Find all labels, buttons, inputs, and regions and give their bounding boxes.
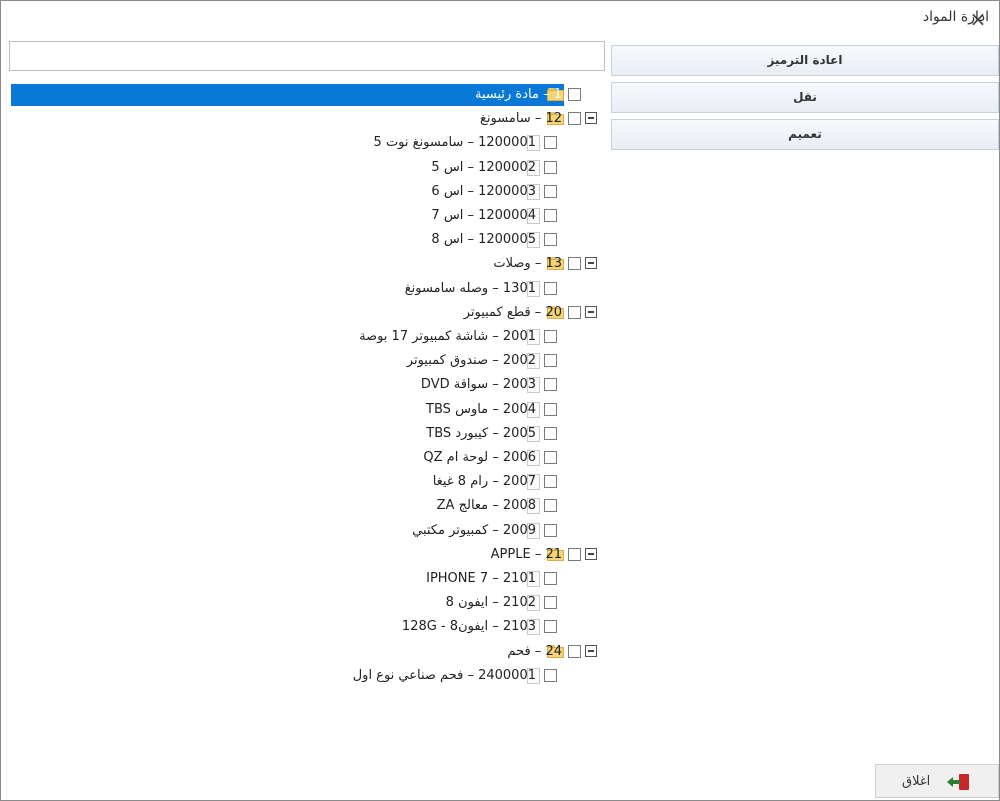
- search-input[interactable]: [9, 41, 605, 71]
- tree-node-label: 21 – APPLE: [490, 546, 562, 562]
- checkbox-icon[interactable]: [568, 547, 581, 561]
- renumber-button[interactable]: اعادة الترميز: [611, 45, 999, 76]
- checkbox-icon[interactable]: [544, 330, 557, 343]
- tree-folder-row[interactable]: 1 – مادة رئيسية: [1, 83, 609, 107]
- items-tree: 1 – مادة رئيسية 12 – سامسونغ 1200001 – سام…: [1, 83, 609, 799]
- tree-node-label: 2101 – IPHONE 7: [426, 571, 536, 586]
- tree-folder-row[interactable]: 12 – سامسونغ: [1, 107, 609, 131]
- checkbox-icon[interactable]: [544, 354, 557, 368]
- items-management-window: × ادارة المواد اعادة الترميز نقل تعميم 1…: [0, 0, 1000, 801]
- checkbox-icon[interactable]: [568, 88, 581, 101]
- tree-item-row[interactable]: 1200002 – اس 5: [1, 156, 609, 180]
- checkbox-icon[interactable]: [544, 499, 557, 513]
- tree-item-row[interactable]: 2102 – ايفون 8: [1, 591, 609, 615]
- checkbox-icon[interactable]: [544, 451, 557, 464]
- checkbox-icon[interactable]: [544, 184, 557, 198]
- tree-item-row[interactable]: 2400001 – فحم صناعي نوع اول: [1, 664, 609, 688]
- tree-item-row[interactable]: 2101 – IPHONE 7: [1, 567, 609, 591]
- generalize-button[interactable]: تعميم: [611, 119, 999, 150]
- checkbox-icon[interactable]: [544, 233, 557, 247]
- exit-icon: [947, 774, 969, 790]
- tree-item-row[interactable]: 1301 – وصله سامسونغ: [1, 277, 609, 301]
- tree-node-label: 12 – سامسونغ: [480, 111, 562, 127]
- tree-item-row[interactable]: 2103 – ايفون8 - 128G: [1, 615, 609, 639]
- checkbox-icon[interactable]: [544, 209, 557, 222]
- checkbox-icon[interactable]: [544, 281, 557, 295]
- collapse-icon[interactable]: [585, 112, 597, 125]
- window-title: ادارة المواد: [922, 9, 989, 25]
- move-button[interactable]: نقل: [611, 82, 999, 113]
- tree-item-row[interactable]: 1200005 – اس 8: [1, 228, 609, 252]
- checkbox-icon[interactable]: [544, 136, 557, 150]
- tree-item-row[interactable]: 2005 – كيبورد TBS: [1, 422, 609, 446]
- checkbox-icon[interactable]: [544, 378, 557, 392]
- tree-folder-row[interactable]: 21 – APPLE: [1, 543, 609, 567]
- tree-item-row[interactable]: 2006 – لوحة ام QZ: [1, 446, 609, 470]
- tree-node-label: 2007 – رام 8 غيغا: [432, 474, 536, 490]
- tree-folder-row[interactable]: 20 – قطع كمبيوتر: [1, 301, 609, 325]
- tree-node-label: 1200003 – اس 6: [431, 183, 536, 199]
- tree-node-label: 2008 – معالج ZA: [436, 498, 536, 514]
- tree-folder-row[interactable]: 24 – فحم: [1, 640, 609, 664]
- tree-node-label: 20 – قطع كمبيوتر: [463, 304, 562, 320]
- tree-node-label: 1200004 – اس 7: [431, 208, 536, 223]
- collapse-icon[interactable]: [585, 547, 597, 560]
- tree-node-label: 2006 – لوحة ام QZ: [423, 450, 536, 465]
- tree-node-label: 2103 – ايفون8 - 128G: [401, 619, 536, 635]
- close-button-label: اغلاق: [902, 774, 931, 789]
- checkbox-icon[interactable]: [544, 523, 557, 537]
- tree-node-label: 1 – مادة رئيسية: [474, 87, 562, 102]
- tree-node-label: 24 – فحم: [507, 643, 562, 659]
- tree-item-row[interactable]: 2007 – رام 8 غيغا: [1, 470, 609, 494]
- collapse-icon[interactable]: [585, 305, 597, 318]
- tree-node-label: 2009 – كمبيوتر مكتبي: [412, 522, 536, 538]
- tree-node-label: 2005 – كيبورد TBS: [426, 425, 536, 441]
- tree-node-label: 2002 – صندوق كمبيوتر: [406, 353, 536, 369]
- checkbox-icon[interactable]: [568, 257, 581, 271]
- checkbox-icon[interactable]: [544, 426, 557, 440]
- checkbox-icon[interactable]: [568, 644, 581, 658]
- tree-item-row[interactable]: 1200001 – سامسونغ نوت 5: [1, 131, 609, 155]
- checkbox-icon[interactable]: [544, 572, 557, 585]
- tree-node-label: 1200002 – اس 5: [431, 159, 536, 175]
- tree-node-label: 1200005 – اس 8: [431, 232, 536, 248]
- tree-node-label: 2102 – ايفون 8: [445, 595, 536, 611]
- tree-node-label: 1200001 – سامسونغ نوت 5: [373, 135, 536, 151]
- tree-item-row[interactable]: 1200003 – اس 6: [1, 180, 609, 204]
- tree-node-label: 2003 – سواقة DVD: [420, 377, 536, 393]
- tree-item-row[interactable]: 2001 – شاشة كمبيوتر 17 بوصة: [1, 325, 609, 349]
- tree-folder-row[interactable]: 13 – وصلات: [1, 252, 609, 276]
- tree-node-label: 1301 – وصله سامسونغ: [404, 280, 536, 296]
- collapse-icon[interactable]: [585, 644, 597, 657]
- checkbox-icon[interactable]: [544, 596, 557, 610]
- tree-node-label: 13 – وصلات: [493, 256, 562, 272]
- tree-node-label: 2001 – شاشة كمبيوتر 17 بوصة: [359, 329, 536, 344]
- checkbox-icon[interactable]: [544, 475, 557, 489]
- checkbox-icon[interactable]: [544, 402, 557, 416]
- checkbox-icon[interactable]: [568, 305, 581, 319]
- tree-item-row[interactable]: 2002 – صندوق كمبيوتر: [1, 349, 609, 373]
- tree-item-row[interactable]: 2004 – ماوس TBS: [1, 398, 609, 422]
- checkbox-icon[interactable]: [544, 160, 557, 174]
- close-button[interactable]: اغلاق: [875, 764, 999, 798]
- collapse-icon[interactable]: [585, 257, 597, 270]
- tree-item-row[interactable]: 1200004 – اس 7: [1, 204, 609, 228]
- tree-node-label: 2004 – ماوس TBS: [426, 401, 536, 417]
- title-bar: × ادارة المواد: [1, 1, 999, 37]
- checkbox-icon[interactable]: [544, 668, 557, 682]
- tree-item-row[interactable]: 2009 – كمبيوتر مكتبي: [1, 519, 609, 543]
- tree-item-row[interactable]: 2003 – سواقة DVD: [1, 373, 609, 397]
- checkbox-icon[interactable]: [544, 620, 557, 634]
- checkbox-icon[interactable]: [568, 112, 581, 126]
- tree-item-row[interactable]: 2008 – معالج ZA: [1, 494, 609, 518]
- tree-node-label: 2400001 – فحم صناعي نوع اول: [352, 667, 536, 683]
